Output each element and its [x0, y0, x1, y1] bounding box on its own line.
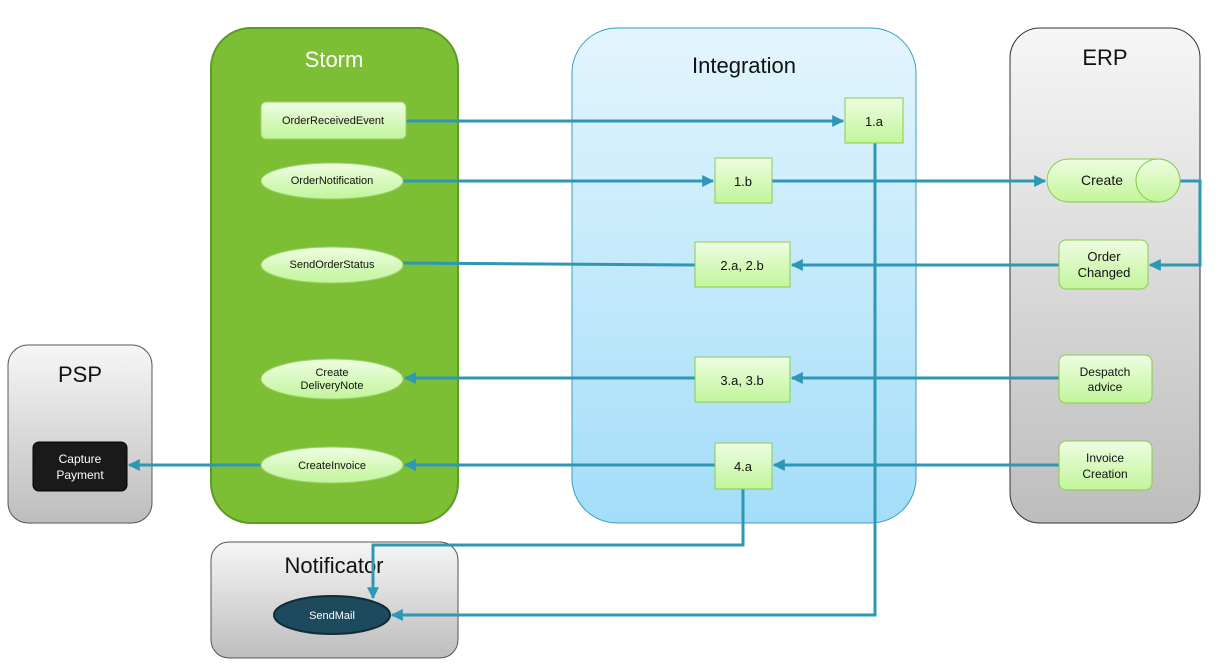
svg-text:CreateInvoice: CreateInvoice — [298, 460, 366, 472]
svg-text:Order: Order — [1087, 249, 1121, 264]
svg-text:SendOrderStatus: SendOrderStatus — [290, 259, 375, 271]
svg-text:Create: Create — [315, 367, 348, 379]
svg-text:Create: Create — [1081, 172, 1123, 188]
svg-text:SendMail: SendMail — [309, 610, 355, 622]
svg-text:Changed: Changed — [1078, 265, 1131, 280]
node-create-delivery-note[interactable]: Create DeliveryNote — [260, 358, 404, 400]
node-invoice-creation[interactable]: Invoice Creation — [1058, 440, 1153, 491]
node-send-mail[interactable]: SendMail — [273, 595, 391, 635]
node-capture-payment[interactable]: Capture Payment — [32, 441, 128, 492]
node-order-received-event[interactable]: OrderReceivedEvent — [260, 101, 407, 140]
step-1a[interactable]: 1.a — [844, 97, 904, 144]
svg-text:4.a: 4.a — [734, 459, 753, 474]
svg-text:1.b: 1.b — [734, 174, 752, 189]
step-1b[interactable]: 1.b — [714, 157, 773, 204]
node-erp-create[interactable]: Create — [1046, 158, 1181, 203]
svg-text:1.a: 1.a — [865, 114, 884, 129]
arrow-2-to-send-order-status — [402, 261, 696, 267]
svg-text:Capture: Capture — [59, 452, 102, 466]
integration-flow-diagram: Storm Integration ERP PSP Notificator Or… — [7, 27, 1202, 659]
storm-title: Storm — [305, 47, 364, 72]
psp-container: PSP — [7, 344, 153, 524]
integration-title: Integration — [692, 53, 796, 78]
step-2a-2b[interactable]: 2.a, 2.b — [694, 241, 791, 288]
svg-text:advice: advice — [1088, 380, 1123, 394]
step-3a-3b[interactable]: 3.a, 3.b — [694, 356, 791, 403]
svg-text:OrderNotification: OrderNotification — [291, 175, 374, 187]
svg-text:Payment: Payment — [56, 468, 104, 482]
erp-title: ERP — [1082, 45, 1127, 70]
node-despatch-advice[interactable]: Despatch advice — [1058, 354, 1153, 404]
svg-text:2.a, 2.b: 2.a, 2.b — [720, 258, 763, 273]
svg-text:3.a, 3.b: 3.a, 3.b — [720, 373, 763, 388]
svg-text:Despatch: Despatch — [1080, 365, 1131, 379]
svg-text:Creation: Creation — [1082, 467, 1127, 481]
node-order-notification[interactable]: OrderNotification — [260, 162, 404, 200]
node-send-order-status[interactable]: SendOrderStatus — [260, 246, 404, 284]
svg-text:DeliveryNote: DeliveryNote — [301, 380, 364, 392]
step-4a[interactable]: 4.a — [714, 442, 773, 490]
svg-text:Invoice: Invoice — [1086, 451, 1124, 465]
node-create-invoice[interactable]: CreateInvoice — [260, 446, 404, 484]
notificator-title: Notificator — [284, 553, 383, 578]
svg-text:OrderReceivedEvent: OrderReceivedEvent — [282, 115, 384, 127]
psp-title: PSP — [58, 362, 102, 387]
node-order-changed[interactable]: Order Changed — [1058, 239, 1149, 290]
